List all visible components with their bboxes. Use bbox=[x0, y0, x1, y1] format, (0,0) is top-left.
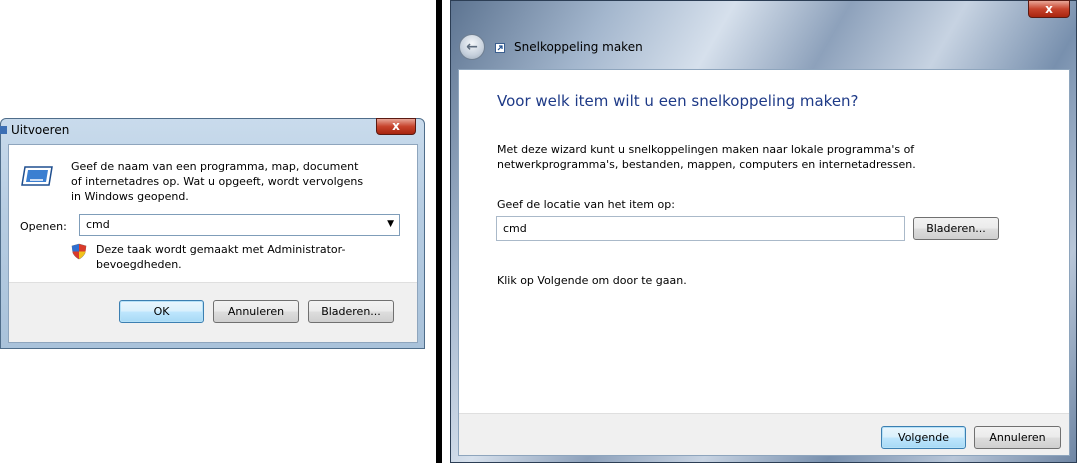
next-button[interactable]: Volgende bbox=[881, 426, 966, 449]
screenshot-divider bbox=[436, 0, 442, 463]
dropdown-arrow-icon[interactable]: ▼ bbox=[387, 219, 394, 229]
wizard-description: Met deze wizard kunt u snelkoppelingen m… bbox=[497, 143, 916, 171]
run-dialog-title: Uitvoeren bbox=[11, 123, 70, 137]
wizard-hint: Klik op Volgende om door te gaan. bbox=[497, 274, 687, 287]
wizard-browse-button[interactable]: Bladeren... bbox=[913, 217, 999, 240]
location-label: Geef de locatie van het item op: bbox=[497, 198, 675, 211]
run-dialog-body: Geef de naam van een programma, map, doc… bbox=[8, 144, 418, 343]
run-button-bar: OK Annuleren Bladeren... bbox=[9, 282, 417, 342]
shortcut-wizard-window: x ← Snelkoppeling maken Voor welk item w… bbox=[450, 0, 1077, 463]
back-button[interactable]: ← bbox=[459, 34, 485, 60]
open-label: Openen: bbox=[20, 220, 67, 233]
shield-icon bbox=[71, 243, 87, 260]
back-arrow-icon: ← bbox=[466, 39, 478, 55]
run-description: Geef de naam van een programma, map, doc… bbox=[71, 160, 364, 203]
browse-button[interactable]: Bladeren... bbox=[308, 300, 394, 323]
location-input-value[interactable]: cmd bbox=[503, 222, 527, 235]
wizard-heading: Voor welk item wilt u een snelkoppeling … bbox=[497, 92, 859, 110]
close-icon: x bbox=[392, 119, 400, 133]
ok-button[interactable]: OK bbox=[119, 300, 204, 323]
wizard-body: Voor welk item wilt u een snelkoppeling … bbox=[458, 69, 1070, 456]
cancel-button[interactable]: Annuleren bbox=[213, 300, 299, 323]
wizard-button-bar: Volgende Annuleren bbox=[459, 413, 1069, 455]
open-combobox[interactable]: cmd ▼ bbox=[79, 214, 400, 236]
wizard-title: Snelkoppeling maken bbox=[514, 40, 643, 54]
shortcut-icon bbox=[495, 43, 505, 53]
wizard-cancel-button[interactable]: Annuleren bbox=[974, 426, 1061, 449]
wizard-close-button[interactable]: x bbox=[1028, 0, 1070, 18]
run-dialog-window: Uitvoeren x Geef de naam van een program… bbox=[0, 118, 425, 349]
run-title-icon bbox=[0, 126, 7, 134]
open-input-value[interactable]: cmd bbox=[86, 218, 110, 231]
run-icon bbox=[21, 166, 53, 186]
close-icon: x bbox=[1045, 2, 1053, 16]
admin-notice: Deze taak wordt gemaakt met Administrato… bbox=[96, 243, 346, 271]
location-input[interactable]: cmd bbox=[496, 216, 905, 241]
run-close-button[interactable]: x bbox=[376, 118, 416, 135]
